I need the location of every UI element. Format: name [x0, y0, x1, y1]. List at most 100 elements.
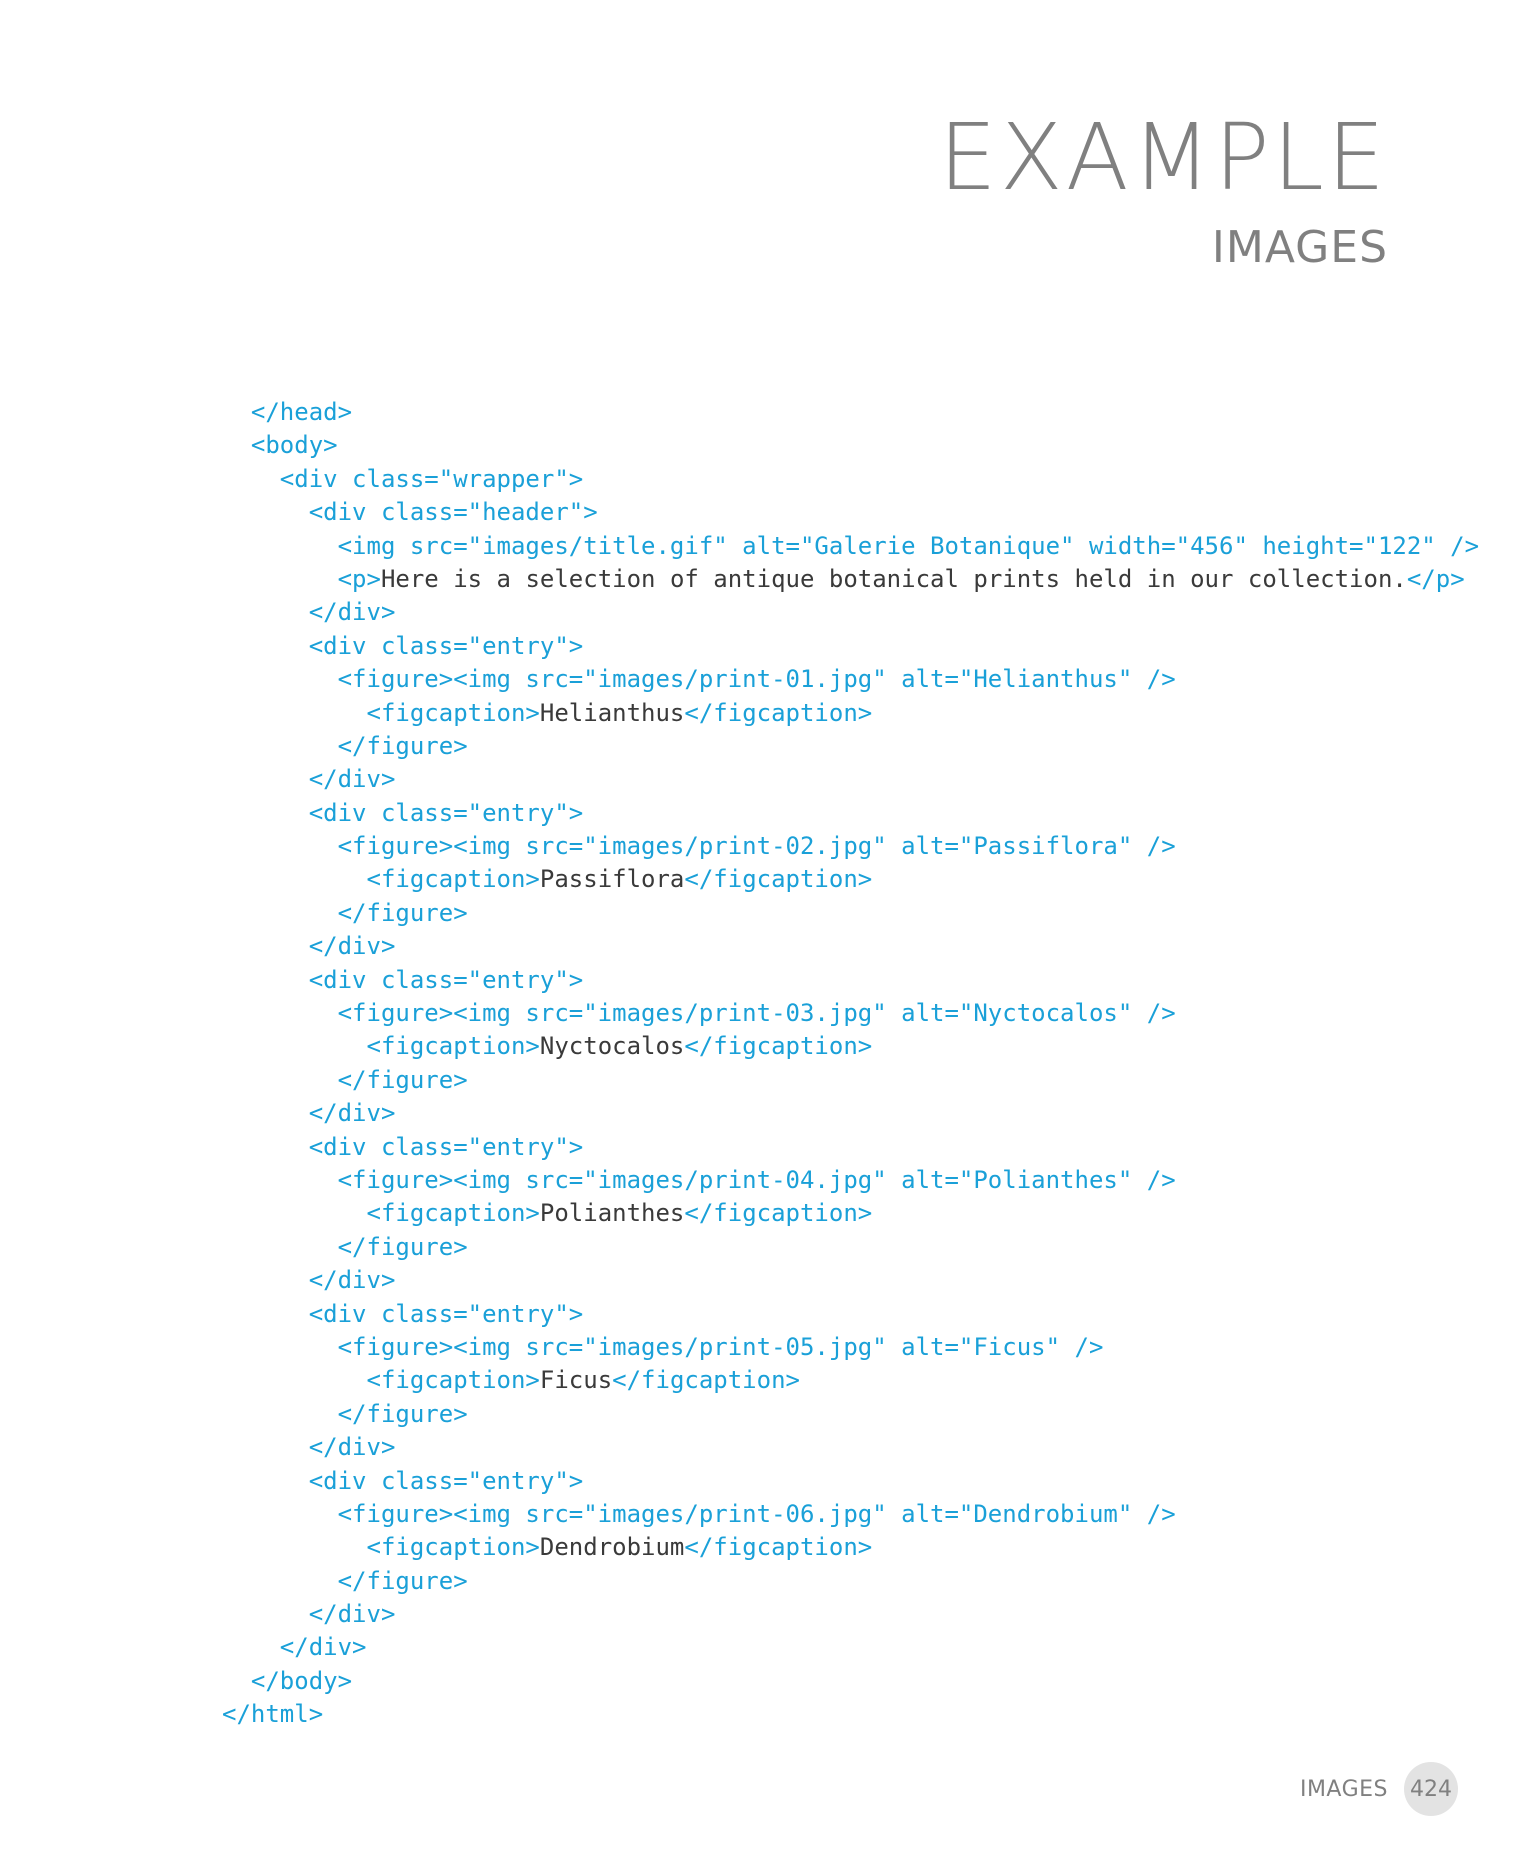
code-line: <figure><img src="images/print-03.jpg" a… — [222, 997, 1479, 1030]
page-subtitle: IMAGES — [1211, 222, 1388, 273]
code-line: </figure> — [222, 1231, 1479, 1264]
code-line: <div class="entry"> — [222, 797, 1479, 830]
code-line: <figcaption>Ficus</figcaption> — [222, 1364, 1479, 1397]
code-text-content: Helianthus — [539, 698, 685, 727]
code-line: </div> — [222, 1097, 1479, 1130]
code-markup: <div class="entry"> — [222, 631, 584, 660]
code-markup: <div class="entry"> — [222, 1299, 584, 1328]
code-line: <div class="wrapper"> — [222, 463, 1479, 496]
code-markup: </figure> — [222, 1399, 468, 1428]
code-markup: </figcaption> — [684, 1032, 873, 1061]
code-markup: <figcaption> — [222, 865, 540, 894]
code-markup: </div> — [222, 1600, 396, 1629]
page-heading: EXAMPLE IMAGES — [939, 112, 1388, 270]
code-markup: </html> — [222, 1700, 324, 1729]
code-line: <figure><img src="images/print-06.jpg" a… — [222, 1498, 1479, 1531]
page-footer: IMAGES 424 — [1300, 1762, 1458, 1816]
code-line: </figure> — [222, 1398, 1479, 1431]
code-markup: <figcaption> — [222, 1032, 540, 1061]
code-line: <figcaption>Passiflora</figcaption> — [222, 863, 1479, 896]
code-markup: </div> — [222, 1099, 396, 1128]
code-markup: <div class="wrapper"> — [222, 464, 584, 493]
code-markup: <p> — [222, 564, 381, 593]
code-line: <div class="entry"> — [222, 1131, 1479, 1164]
code-line: <img src="images/title.gif" alt="Galerie… — [222, 530, 1480, 563]
code-markup: <figure><img src="images/print-03.jpg" a… — [222, 999, 1176, 1028]
code-text-content: Ficus — [539, 1366, 613, 1395]
page-number-badge: 424 — [1404, 1762, 1458, 1816]
code-markup: </figcaption> — [684, 1533, 873, 1562]
code-markup: <div class="entry"> — [222, 965, 584, 994]
code-markup: <div class="entry"> — [222, 798, 584, 827]
code-markup: </figure> — [222, 1065, 468, 1094]
code-line: </html> — [222, 1698, 1479, 1731]
code-markup: </body> — [222, 1666, 353, 1695]
code-text-content: Nyctocalos — [539, 1032, 685, 1061]
code-markup: <div class="entry"> — [222, 1466, 584, 1495]
code-line: <figcaption>Dendrobium</figcaption> — [222, 1531, 1479, 1564]
code-markup: <img src="images/title.gif" alt="Galerie… — [222, 531, 1480, 560]
code-text-content: Here is a selection of antique botanical… — [380, 564, 1407, 593]
code-markup: <figure><img src="images/print-02.jpg" a… — [222, 832, 1176, 861]
code-text-content: Passiflora — [539, 865, 685, 894]
code-line: <body> — [222, 429, 1479, 462]
code-markup: </figure> — [222, 1566, 468, 1595]
code-line: <div class="entry"> — [222, 1298, 1479, 1331]
code-line: <div class="entry"> — [222, 1465, 1479, 1498]
code-line: </div> — [222, 763, 1479, 796]
code-markup: </div> — [222, 1433, 396, 1462]
code-markup: </figcaption> — [684, 1199, 873, 1228]
code-line: </figure> — [222, 1064, 1479, 1097]
code-line: <figure><img src="images/print-01.jpg" a… — [222, 663, 1479, 696]
code-text-content: Dendrobium — [539, 1533, 685, 1562]
code-line: <figure><img src="images/print-02.jpg" a… — [222, 830, 1479, 863]
code-markup: <figcaption> — [222, 1366, 540, 1395]
code-line: <figcaption>Nyctocalos</figcaption> — [222, 1030, 1479, 1063]
code-markup: </figure> — [222, 898, 468, 927]
code-markup: </figcaption> — [684, 698, 873, 727]
code-line: </div> — [222, 930, 1479, 963]
code-markup: </p> — [1406, 564, 1465, 593]
code-line: <figure><img src="images/print-04.jpg" a… — [222, 1164, 1479, 1197]
code-text-content: Polianthes — [539, 1199, 685, 1228]
code-line: </div> — [222, 596, 1479, 629]
code-markup: </div> — [222, 1266, 396, 1295]
code-markup: </div> — [222, 932, 396, 961]
code-line: </body> — [222, 1665, 1479, 1698]
code-markup: </figure> — [222, 1232, 468, 1261]
code-line: </div> — [222, 1631, 1479, 1664]
code-line: </head> — [222, 396, 1479, 429]
code-markup: <body> — [222, 431, 338, 460]
code-markup: <figure><img src="images/print-05.jpg" a… — [222, 1332, 1104, 1361]
code-markup: <figcaption> — [222, 698, 540, 727]
code-markup: <div class="entry"> — [222, 1132, 584, 1161]
code-listing: </head> <body> <div class="wrapper"> <di… — [222, 396, 1479, 1732]
code-line: </div> — [222, 1598, 1479, 1631]
code-markup: <figure><img src="images/print-01.jpg" a… — [222, 665, 1176, 694]
code-markup: <div class="header"> — [222, 498, 598, 527]
code-markup: </div> — [222, 765, 396, 794]
code-markup: </div> — [222, 1633, 367, 1662]
code-line: <p>Here is a selection of antique botani… — [222, 563, 1479, 596]
code-markup: <figcaption> — [222, 1199, 540, 1228]
code-markup: <figure><img src="images/print-06.jpg" a… — [222, 1499, 1176, 1528]
code-markup: </head> — [222, 398, 353, 426]
code-line: </figure> — [222, 1565, 1479, 1598]
code-line: <div class="header"> — [222, 496, 1479, 529]
code-markup: </figcaption> — [684, 865, 873, 894]
code-line: <figcaption>Helianthus</figcaption> — [222, 697, 1479, 730]
code-markup: </figcaption> — [612, 1366, 800, 1395]
code-markup: <figcaption> — [222, 1533, 540, 1562]
code-markup: </figure> — [222, 731, 468, 760]
code-line: <div class="entry"> — [222, 630, 1479, 663]
code-line: </figure> — [222, 730, 1479, 763]
code-markup: <figure><img src="images/print-04.jpg" a… — [222, 1165, 1176, 1194]
code-line: </figure> — [222, 897, 1479, 930]
code-line: </div> — [222, 1431, 1479, 1464]
code-markup: </div> — [222, 598, 396, 627]
page-title: EXAMPLE — [938, 104, 1388, 211]
code-line: <div class="entry"> — [222, 964, 1479, 997]
code-line: <figcaption>Polianthes</figcaption> — [222, 1197, 1479, 1230]
footer-section-label: IMAGES — [1299, 1776, 1388, 1802]
code-line: <figure><img src="images/print-05.jpg" a… — [222, 1331, 1479, 1364]
